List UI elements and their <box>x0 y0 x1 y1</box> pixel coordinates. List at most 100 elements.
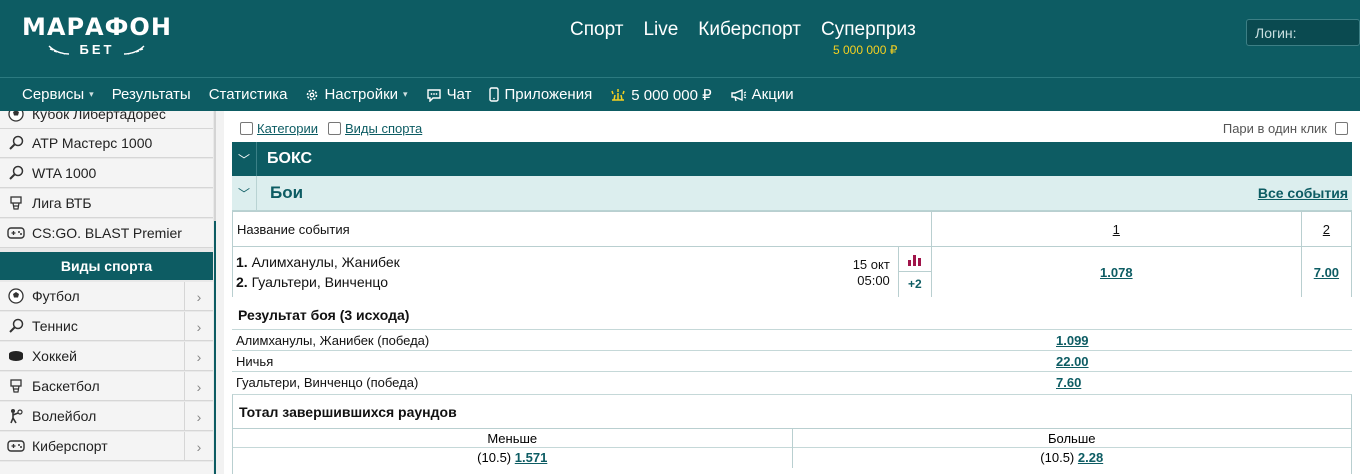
sidebar-scrollbar-thumb[interactable] <box>214 221 216 474</box>
sidebar: Кубок Либертадорес ATP Мастерс 1000 WTA … <box>0 111 216 474</box>
sidebar-item-next[interactable] <box>0 462 213 474</box>
subnav-services[interactable]: Сервисы ▾ <box>22 86 94 103</box>
filters: Категории Виды спорта <box>240 121 422 136</box>
total-over-odd[interactable]: 2.28 <box>1078 450 1103 465</box>
tennis-icon <box>0 165 32 181</box>
sidebar-item-wta[interactable]: WTA 1000 <box>0 159 213 188</box>
subnav-promo[interactable]: Акции <box>730 86 794 103</box>
sport-header[interactable]: ﹀ БОКС <box>232 142 1352 176</box>
one-click-checkbox[interactable] <box>1335 122 1348 135</box>
chevron-right-icon[interactable]: › <box>184 432 213 461</box>
league-title: Бои <box>270 183 304 202</box>
caret-down-icon: ▾ <box>89 89 94 99</box>
market-odd[interactable]: 22.00 <box>1056 354 1089 369</box>
market-odd[interactable]: 7.60 <box>1056 375 1081 390</box>
sidebar-item-label: CS:GO. BLAST Premier <box>32 225 182 241</box>
nav-live[interactable]: Live <box>643 19 678 41</box>
sidebar-item-hockey[interactable]: Хоккей › <box>0 342 213 371</box>
market-row[interactable]: Гуальтери, Винченцо (победа) 7.60 <box>232 371 1352 392</box>
one-click-bet[interactable]: Пари в один клик <box>1223 121 1348 136</box>
subnav-apps[interactable]: Приложения <box>489 86 592 103</box>
nav-cybersport[interactable]: Киберспорт <box>698 19 801 41</box>
sidebar-item-basketball[interactable]: Баскетбол › <box>0 372 213 401</box>
sidebar-item-vtb[interactable]: Лига ВТБ <box>0 189 213 218</box>
football-icon <box>0 288 32 304</box>
logo-subtitle: БЕТ <box>79 42 115 57</box>
chevron-down-icon[interactable]: ﹀ <box>232 176 257 211</box>
nav-sport[interactable]: Спорт <box>570 19 623 41</box>
basketball-icon <box>0 195 32 211</box>
odd-2[interactable]: 7.00 <box>1300 246 1353 298</box>
subnav-chat[interactable]: Чат <box>426 86 471 103</box>
subnav-prize[interactable]: 5 000 000 ₽ <box>610 86 712 104</box>
market-result: Результат боя (3 исхода) Алимханулы, Жан… <box>232 297 1352 397</box>
sidebar-item-label: Кубок Либертадорес <box>32 111 166 122</box>
sidebar-item-label: Киберспорт <box>32 438 108 454</box>
sidebar-item-cybersport[interactable]: Киберспорт › <box>0 432 213 461</box>
sports-checkbox[interactable] <box>328 122 341 135</box>
megaphone-icon <box>730 88 746 101</box>
categories-checkbox[interactable] <box>240 122 253 135</box>
sidebar-item-volleyball[interactable]: Волейбол › <box>0 402 213 431</box>
event-name-cell[interactable]: 1. Алимханулы, Жанибек 2. Гуальтери, Вин… <box>232 246 899 298</box>
market-row[interactable]: Ничья 22.00 <box>232 350 1352 371</box>
all-events-link[interactable]: Все события <box>1258 185 1348 201</box>
header-event-name: Название события <box>232 211 932 247</box>
chevron-right-icon[interactable]: › <box>184 402 213 431</box>
caret-down-icon: ▾ <box>403 89 408 99</box>
login-input[interactable]: Логин: <box>1246 19 1360 46</box>
nav-superprize[interactable]: Суперприз 5 000 000 ₽ <box>821 19 916 57</box>
football-icon <box>0 111 32 122</box>
total-under-cell[interactable]: (10.5) 1.571 <box>233 448 792 468</box>
table-header-row: Название события 1 2 <box>232 211 1353 247</box>
participant-1: Алимханулы, Жанибек <box>251 254 400 270</box>
subnav-settings[interactable]: Настройки ▾ <box>305 86 408 103</box>
market-row[interactable]: Алимханулы, Жанибек (победа) 1.099 <box>232 329 1352 350</box>
chevron-down-icon[interactable]: ﹀ <box>232 142 257 176</box>
logo[interactable]: МАРАФОН БЕТ <box>22 14 172 57</box>
odd-1[interactable]: 1.078 <box>930 246 1302 298</box>
sidebar-item-label: Хоккей <box>32 348 77 364</box>
chevron-right-icon[interactable]: › <box>184 372 213 401</box>
subnav-results[interactable]: Результаты <box>112 86 191 103</box>
more-markets-button[interactable]: +2 <box>899 272 931 297</box>
market-result-title: Результат боя (3 исхода) <box>238 307 410 323</box>
chat-icon <box>426 88 441 102</box>
nav-superprize-label: Суперприз <box>821 19 916 40</box>
total-under-odd[interactable]: 1.571 <box>515 450 548 465</box>
sidebar-item-label: Теннис <box>32 318 78 334</box>
laurel-left-icon <box>48 44 70 55</box>
filter-sports[interactable]: Виды спорта <box>328 121 422 136</box>
gamepad-icon <box>0 439 32 453</box>
market-odd[interactable]: 1.099 <box>1056 333 1089 348</box>
chevron-right-icon[interactable]: › <box>184 312 213 341</box>
top-header: МАРАФОН БЕТ Спорт Live Киберспорт Суперп… <box>0 0 1360 77</box>
sidebar-item-label: Лига ВТБ <box>32 195 92 211</box>
phone-icon <box>489 87 500 102</box>
league-header[interactable]: ﹀ Бои Все события <box>232 176 1352 211</box>
sidebar-item-label: Волейбол <box>32 408 97 424</box>
sidebar-section-title: Виды спорта <box>0 252 213 280</box>
chevron-right-icon[interactable]: › <box>184 342 213 371</box>
sidebar-item-csgo[interactable]: CS:GO. BLAST Premier <box>0 219 213 248</box>
tennis-icon <box>0 135 32 151</box>
events-table: Название события 1 2 1. Алимханулы, Жани… <box>232 211 1353 298</box>
basketball-icon <box>0 378 32 394</box>
sport-title: БОКС <box>267 150 313 167</box>
subnav-statistics[interactable]: Статистика <box>209 86 288 103</box>
stats-icon[interactable] <box>898 247 931 272</box>
sidebar-item-atp[interactable]: ATP Мастерс 1000 <box>0 129 213 158</box>
event-extras-cell: +2 <box>897 246 932 298</box>
sidebar-item-label: ATP Мастерс 1000 <box>32 135 153 151</box>
chevron-right-icon[interactable]: › <box>184 282 213 311</box>
sidebar-item-tennis[interactable]: Теннис › <box>0 312 213 341</box>
sidebar-item-copa[interactable]: Кубок Либертадорес <box>0 111 213 129</box>
header-col-2[interactable]: 2 <box>1300 211 1353 247</box>
total-over-cell[interactable]: (10.5) 2.28 <box>793 448 1352 468</box>
total-under-label: Меньше <box>233 429 792 448</box>
header-col-1[interactable]: 1 <box>930 211 1302 247</box>
participant-2: Гуальтери, Винченцо <box>251 274 388 290</box>
table-row: 1. Алимханулы, Жанибек 2. Гуальтери, Вин… <box>232 246 1353 298</box>
sidebar-item-football[interactable]: Футбол › <box>0 282 213 311</box>
filter-categories[interactable]: Категории <box>240 121 318 136</box>
